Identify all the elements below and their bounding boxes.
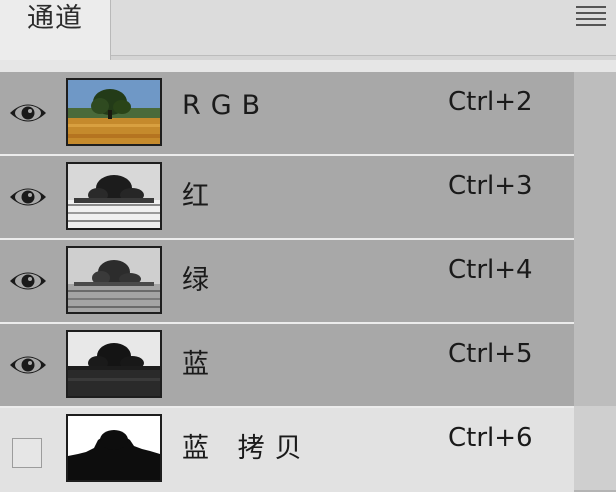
- channel-list: RGB Ctrl+2 红 Ctrl+3 绿 Ctrl+4 蓝 Ctrl+5 蓝 …: [0, 72, 616, 492]
- channel-shortcut: Ctrl+4: [448, 255, 533, 285]
- tab-channels-label: 通道: [27, 3, 83, 34]
- eye-icon[interactable]: [8, 352, 48, 378]
- channel-thumbnail-green: [66, 246, 162, 314]
- channel-thumbnail-blue-copy: [66, 414, 162, 482]
- channel-name: RGB: [182, 90, 271, 121]
- channel-thumbnail-rgb: [66, 78, 162, 146]
- eye-icon[interactable]: [8, 100, 48, 126]
- channel-thumbnail-red: [66, 162, 162, 230]
- channel-name: 红: [182, 181, 219, 212]
- channel-row-green[interactable]: 绿 Ctrl+4: [0, 240, 574, 324]
- channel-row-red[interactable]: 红 Ctrl+3: [0, 156, 574, 240]
- panel-divider: [0, 60, 616, 72]
- tab-channels[interactable]: 通道: [0, 0, 111, 60]
- panel-tab-bar: 通道: [0, 0, 616, 60]
- channel-row-rgb[interactable]: RGB Ctrl+2: [0, 72, 574, 156]
- eye-icon[interactable]: [8, 184, 48, 210]
- channel-name: 绿: [182, 265, 219, 296]
- visibility-toggle[interactable]: [12, 438, 42, 468]
- tab-bar-empty: [111, 0, 616, 56]
- channel-name: 蓝 拷贝: [182, 433, 312, 464]
- channel-row-blue[interactable]: 蓝 Ctrl+5: [0, 324, 574, 408]
- channel-row-blue-copy[interactable]: 蓝 拷贝 Ctrl+6: [0, 408, 574, 492]
- channel-thumbnail-blue: [66, 330, 162, 398]
- panel-menu-icon[interactable]: [576, 2, 606, 28]
- channel-shortcut: Ctrl+2: [448, 87, 533, 117]
- channel-name: 蓝: [182, 349, 219, 380]
- channel-shortcut: Ctrl+5: [448, 339, 533, 369]
- channel-shortcut: Ctrl+3: [448, 171, 533, 201]
- channel-shortcut: Ctrl+6: [448, 423, 533, 453]
- eye-icon[interactable]: [8, 268, 48, 294]
